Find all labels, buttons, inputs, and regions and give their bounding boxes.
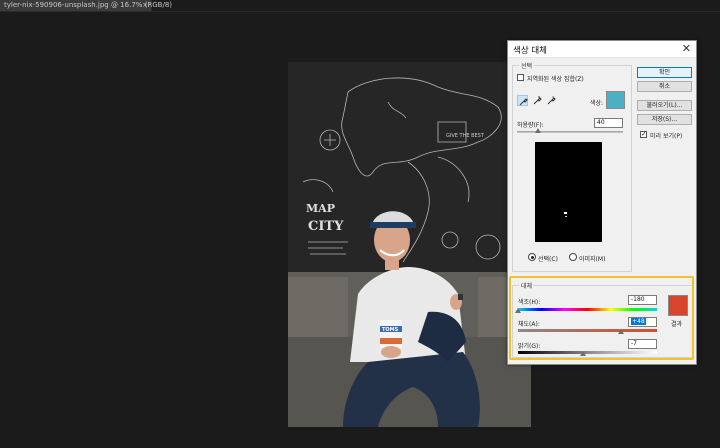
- photoshop-workspace: tyler-nix-590906-unsplash.jpg @ 16.7% (R…: [0, 0, 720, 448]
- fuzziness-input[interactable]: 40: [594, 118, 623, 128]
- preview-label: 미리 보기(P): [650, 133, 683, 140]
- svg-text:TOMS: TOMS: [382, 327, 399, 333]
- dialog-titlebar[interactable]: 색상 대체 ✕: [508, 41, 696, 58]
- radio-selection-label: 선택(C): [538, 256, 558, 263]
- radio-image-label: 이미지(M): [579, 256, 606, 263]
- radio-image[interactable]: [569, 253, 577, 261]
- eyedropper-minus-icon: [547, 96, 556, 105]
- selection-preview: [535, 142, 602, 242]
- eyedropper-icon: [519, 98, 528, 106]
- localized-clusters-checkbox[interactable]: [517, 74, 524, 81]
- close-icon[interactable]: ✕: [682, 42, 691, 55]
- eyedropper-plus-icon: [533, 96, 542, 105]
- canvas-image[interactable]: MAP CITY GIVE THE BEST TOMS: [288, 62, 531, 427]
- load-button[interactable]: 불러오기(L)...: [637, 100, 692, 111]
- selection-group-label: 선택: [519, 61, 535, 70]
- selected-color-label: 색상:: [590, 100, 604, 107]
- document-tab[interactable]: tyler-nix-590906-unsplash.jpg @ 16.7% (R…: [0, 0, 172, 11]
- eyedropper-plus-tool[interactable]: [532, 95, 543, 106]
- selected-color-swatch[interactable]: [606, 91, 625, 109]
- fuzziness-slider-thumb[interactable]: [535, 128, 542, 133]
- replacement-highlight-box: [509, 276, 694, 360]
- svg-text:GIVE THE BEST: GIVE THE BEST: [446, 133, 485, 139]
- cancel-button[interactable]: 취소: [637, 81, 692, 92]
- eyedropper-tool[interactable]: [517, 95, 528, 106]
- eyedropper-minus-tool[interactable]: [546, 95, 557, 106]
- preview-checkbox[interactable]: ✓: [640, 131, 647, 138]
- selection-mask: [564, 212, 567, 217]
- tab-bar-divider: [0, 11, 720, 12]
- close-tab-icon[interactable]: ×: [142, 0, 148, 11]
- save-button[interactable]: 저장(S)...: [637, 114, 692, 125]
- ok-button[interactable]: 확인: [637, 67, 692, 78]
- photo-illustration: MAP CITY GIVE THE BEST TOMS: [288, 62, 531, 427]
- fuzziness-value: 40: [597, 119, 605, 126]
- fuzziness-slider-track[interactable]: [517, 131, 623, 133]
- dialog-title: 색상 대체: [513, 46, 547, 56]
- localized-clusters-label: 지역화된 색상 집합(Z): [527, 76, 584, 83]
- svg-text:MAP: MAP: [306, 202, 335, 215]
- svg-text:CITY: CITY: [308, 219, 344, 234]
- radio-selection[interactable]: [528, 253, 536, 261]
